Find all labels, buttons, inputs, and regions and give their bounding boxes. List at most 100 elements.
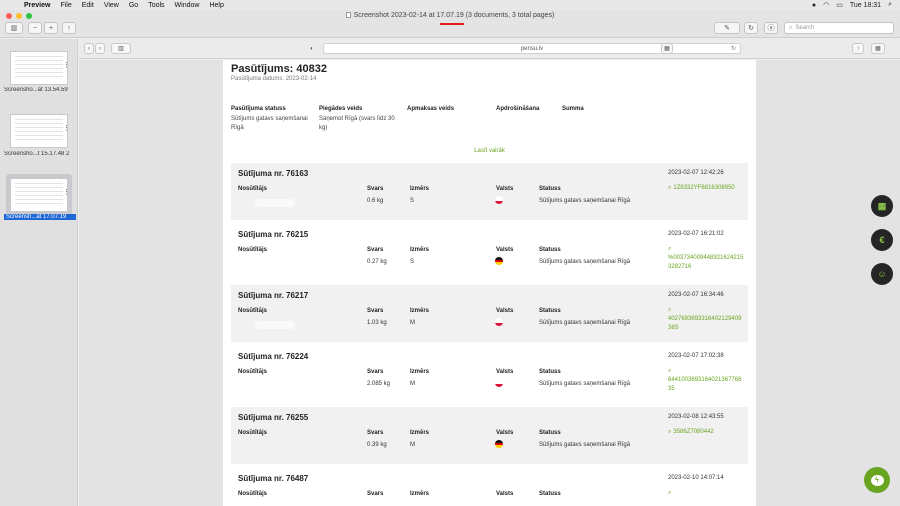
col-weight: Svars	[367, 430, 384, 436]
col-status: Statuss	[539, 491, 561, 497]
col-size: Izmērs	[410, 491, 430, 497]
col-weight: Svars	[367, 369, 384, 375]
window-title: Screenshot 2023-02-14 at 17.07.19 (3 doc…	[0, 12, 900, 25]
read-more-link[interactable]: Lasīt vairāk	[223, 148, 756, 154]
privacy-icon[interactable]: ◐	[307, 43, 317, 54]
sender-redacted	[255, 321, 295, 329]
shipment-number: Sūtījuma nr. 76255	[238, 413, 309, 422]
shipment-number: Sūtījuma nr. 76487	[238, 474, 309, 483]
menu-file[interactable]: File	[60, 2, 71, 9]
tracking-link[interactable]: ⌕ 402769369331640212940938S	[668, 306, 744, 333]
order-date: Pasūtījuma datums: 2023-02-14	[231, 76, 317, 82]
status-value: Sūtījums gatavs saņemšanai Rīgā	[539, 198, 631, 204]
tracking-number[interactable]: 402769369331640212940938S	[668, 316, 741, 331]
user-icon[interactable]: ☺	[871, 263, 893, 285]
more-icon[interactable]: ⋮	[63, 124, 70, 132]
sidebar-icon[interactable]: ▥	[111, 43, 131, 54]
status-value: Sūtījums gatavs saņemšanai Rīgā	[539, 259, 631, 265]
status-icon[interactable]: ●	[812, 2, 816, 9]
col-size: Izmērs	[410, 247, 430, 253]
info-sum: Summa	[562, 106, 642, 112]
menu-app[interactable]: Preview	[24, 2, 50, 9]
search-icon: ⌕	[668, 185, 672, 191]
thumbnail-label-selected[interactable]: Screensh...at 17.07.19	[4, 214, 76, 220]
shipment-datetime: 2023-02-07 16:34:46	[668, 292, 724, 298]
menu-window[interactable]: Window	[175, 2, 200, 9]
col-size: Izmērs	[410, 186, 430, 192]
apple-icon[interactable]	[6, 0, 16, 10]
menu-view[interactable]: View	[104, 2, 119, 9]
thumbnail-3[interactable]	[10, 178, 68, 212]
euro-icon[interactable]: €	[871, 229, 893, 251]
search-icon[interactable]: ⌕	[888, 1, 892, 9]
info-header: Pasūtījuma statuss	[231, 106, 286, 112]
thumbnail-1[interactable]	[10, 51, 68, 85]
menu-help[interactable]: Help	[209, 2, 223, 9]
forward-button[interactable]: ›	[95, 43, 105, 54]
shipment-card: Sūtījuma nr. 76163 2023-02-07 12:42:26 N…	[231, 163, 748, 220]
share-icon[interactable]: ↑	[62, 22, 76, 34]
tracking-link[interactable]: ⌕ %0037340094489216242153282716	[668, 245, 744, 272]
shipment-datetime: 2023-02-08 12:43:55	[668, 414, 724, 420]
weight-value: 1.03 kg	[367, 320, 387, 326]
col-weight: Svars	[367, 186, 384, 192]
wifi-icon[interactable]: ◠	[823, 1, 829, 9]
grid-icon[interactable]: ▦	[871, 195, 893, 217]
clock[interactable]: Tue 18:31	[850, 2, 881, 9]
zoom-in-button[interactable]: +	[44, 22, 58, 34]
shipment-number: Sūtījuma nr. 76224	[238, 352, 309, 361]
menu-edit[interactable]: Edit	[82, 2, 94, 9]
shipment-datetime: 2023-02-07 17:02:38	[668, 353, 724, 359]
col-country: Valsts	[496, 247, 514, 253]
shipment-datetime: 2023-02-07 12:42:26	[668, 170, 724, 176]
poland-flag-icon	[495, 318, 503, 326]
markup-button[interactable]: ✎	[714, 22, 740, 34]
tracking-number[interactable]: 1Z8332YF6816308950	[673, 185, 734, 191]
status-value: Sūtījums gatavs saņemšanai Rīgā	[539, 320, 631, 326]
menu-tools[interactable]: Tools	[148, 2, 164, 9]
tracking-link[interactable]: ⌕ 1Z8332YF6816308950	[668, 184, 744, 193]
tracking-link[interactable]: ⌕ 644100369316402136776835	[668, 367, 744, 394]
info-value: Saņemot Rīgā (svars līdz 30 kg)	[319, 116, 395, 131]
info-value: Sūtījums gatavs saņemšanai Rīgā	[231, 116, 308, 131]
zoom-out-button[interactable]: −	[28, 22, 42, 34]
shipment-card: Sūtījuma nr. 76255 2023-02-08 12:43:55 N…	[231, 407, 748, 464]
thumbnail-2[interactable]	[10, 114, 68, 148]
extensions-icon[interactable]: ▦	[661, 43, 673, 54]
germany-flag-icon	[495, 440, 503, 448]
search-icon: ⌕	[668, 368, 672, 374]
col-sender: Nosūtītājs	[238, 186, 268, 192]
tabs-overview-icon[interactable]: ▦	[871, 43, 885, 54]
reload-icon[interactable]: ↻	[731, 45, 736, 52]
info-header: Apmaksas veids	[407, 106, 455, 112]
status-value: Sūtījums gatavs saņemšanai Rīgā	[539, 381, 631, 387]
info-delivery: Piegādes veids Saņemot Rīgā (svars līdz …	[319, 106, 399, 133]
tracking-number[interactable]: 644100369316402136776835	[668, 377, 741, 392]
thumbnail-label[interactable]: Screensho...at 13.54.59	[4, 87, 76, 93]
back-button[interactable]: ‹	[84, 43, 94, 54]
share-icon[interactable]: ↑	[852, 43, 864, 54]
weight-value: 0.39 kg	[367, 442, 387, 448]
thumbnail-label[interactable]: Screensho...t 15.17.48 2	[4, 151, 76, 157]
tracking-link[interactable]: ⌕ 3586Z7080442	[668, 428, 744, 437]
more-icon[interactable]: ⋮	[63, 61, 70, 69]
search-placeholder: Search	[795, 25, 815, 31]
more-icon[interactable]: ⋮	[63, 188, 70, 196]
search-icon: ⌕	[668, 490, 672, 496]
sidebar-toggle-button[interactable]: ▥	[5, 22, 23, 34]
search-input[interactable]: ⌕ Search	[784, 22, 894, 34]
info-payment: Apmaksas veids	[407, 106, 487, 112]
search-icon: ⌕	[668, 246, 672, 252]
tracking-link[interactable]: ⌕	[668, 489, 744, 498]
search-icon: ⌕	[668, 307, 672, 313]
url-field[interactable]: pensu.lv ↻	[323, 43, 741, 54]
tracking-number[interactable]: %0037340094489216242153282716	[668, 255, 743, 270]
messenger-button[interactable]: ϟ	[864, 467, 890, 493]
rotate-button[interactable]: ↻	[744, 22, 758, 34]
col-size: Izmērs	[410, 308, 430, 314]
menu-go[interactable]: Go	[129, 2, 138, 9]
annotate-button[interactable]: ⓐ	[764, 22, 778, 34]
battery-icon[interactable]: ▭	[836, 1, 843, 9]
info-header: Summa	[562, 106, 584, 112]
tracking-number[interactable]: 3586Z7080442	[673, 429, 713, 435]
